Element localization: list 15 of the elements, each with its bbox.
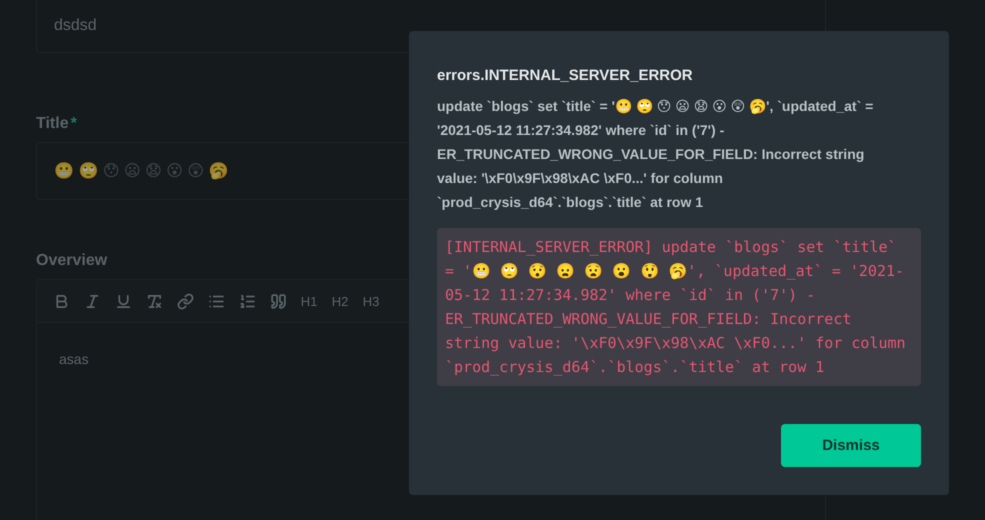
field-label: Overview <box>36 252 108 270</box>
editor-text: asas <box>59 351 89 367</box>
heading-button[interactable]: H3 <box>361 294 381 308</box>
field-value: 😬 🙄 😯 😦 😧 😮 😲 🥱 <box>54 161 229 181</box>
heading-button[interactable]: H2 <box>330 294 350 308</box>
error-details: [INTERNAL_SERVER_ERROR] update `blogs` set `title` = '😬 🙄 😯 😦 😧 😮 😲 🥱', `updated_at` = '2021-05-12 11:27:34.982' where `id` in ('7') - ER_TRUNCATED_WRONG_VALUE_FOR_FIELD: Incorrect string value: '\xF0\x9F\x98\xAC \xF0...' for column `prod_crysis_d64`.`blogs`.`title` at row 1 <box>437 228 921 386</box>
required-mark: * <box>70 115 77 133</box>
field-label: Title <box>36 115 69 133</box>
dismiss-button[interactable]: Dismiss <box>781 424 921 467</box>
quote-icon[interactable] <box>268 292 288 310</box>
link-icon[interactable] <box>175 292 195 310</box>
dialog-title: errors.INTERNAL_SERVER_ERROR <box>437 67 694 84</box>
heading-button[interactable]: H1 <box>299 294 319 308</box>
field-value: dsdsd <box>54 16 97 34</box>
error-message: update `blogs` set `title` = '😬 🙄 😯 😦 😧 😮 😲 🥱', `updated_at` = '2021-05-12 11:27:34.982' where `id` in ('7') - ER_TRUNCATED_WRONG_VALUE_FOR_FIELD: Incorrect string value: '\xF0\x9F\x98\xAC \xF0...' for column `prod_crysis_d64`.`blogs`.`title` at row 1 <box>437 97 874 212</box>
